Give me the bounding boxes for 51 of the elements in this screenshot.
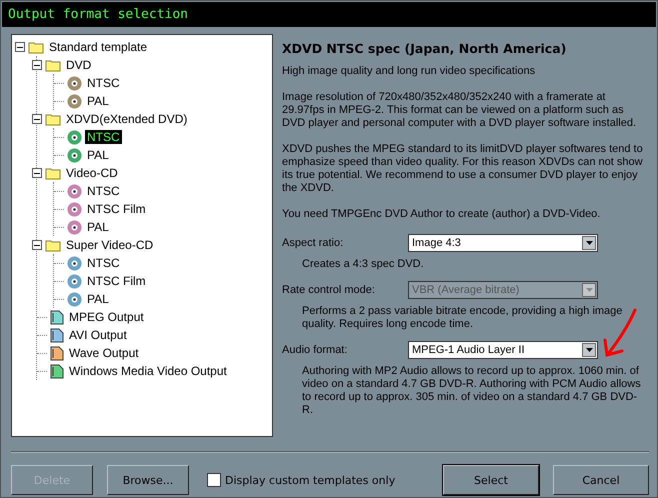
tree-item[interactable]: PAL (85, 94, 111, 108)
tree-item[interactable]: XDVD(eXtended DVD) (64, 112, 190, 126)
setting-note: Performs a 2 pass variable bitrate encode, providing a high image quality. Requires long encode time. (302, 305, 624, 331)
dropdown-arrow-icon (586, 241, 592, 245)
tree-item[interactable]: Wave Output (67, 346, 141, 360)
collapse-icon[interactable] (32, 114, 42, 124)
browse-button[interactable]: Browse... (107, 465, 189, 495)
setting-note: Creates a 4:3 spec DVD. (302, 258, 425, 271)
tree-item[interactable]: PAL (85, 292, 111, 306)
collapse-icon[interactable] (32, 168, 42, 178)
tree-item[interactable]: Windows Media Video Output (67, 364, 229, 378)
select-button[interactable]: Select (443, 465, 539, 495)
tree-item[interactable]: NTSC (85, 130, 122, 144)
tree-item[interactable]: MPEG Output (67, 310, 146, 324)
checkbox[interactable] (207, 473, 221, 487)
collapse-icon[interactable] (32, 240, 42, 250)
folder-icon (45, 166, 61, 180)
spec-heading: XDVD NTSC spec (Japan, North America) (282, 41, 568, 56)
dropdown[interactable]: Image 4:3 (408, 234, 598, 252)
folder-icon (28, 40, 44, 54)
dropdown[interactable]: MPEG-1 Audio Layer II (408, 341, 598, 359)
collapse-icon[interactable] (15, 42, 25, 52)
tree-item[interactable]: NTSC (85, 76, 122, 90)
tree-item[interactable]: AVI Output (67, 328, 129, 342)
description-text: Image resolution of 720x480/352x480/352x240 with a framerate at 29.97fps in MPEG-2. This format can be viewed on a platform such as DVD player and personal computer with a DVD player software installed. (282, 91, 637, 130)
tree-item[interactable]: PAL (85, 220, 111, 234)
dropdown-arrow-icon (586, 288, 592, 292)
description-text: High image quality and long run video specifications (282, 65, 536, 78)
tree-item[interactable]: NTSC (85, 184, 122, 198)
tree-item[interactable]: NTSC Film (85, 202, 148, 216)
setting-note: Authoring with MP2 Audio allows to record up to approx. 1060 min. of video on a standard 4.7 GB DVD-R. Authoring with PCM Audio allows to record up to approx. 305 min. of video on a standard 4.7 GB DVD-R. (302, 365, 642, 417)
setting-label: Rate control mode: (282, 284, 376, 296)
tree-item[interactable]: NTSC Film (85, 274, 148, 288)
window-title: Output format selection (2, 2, 656, 27)
tree-item[interactable]: PAL (85, 148, 111, 162)
folder-icon (45, 58, 61, 72)
setting-label: Aspect ratio: (282, 237, 344, 249)
tree-item[interactable]: NTSC (85, 256, 122, 270)
tree-item[interactable]: Standard template (47, 40, 150, 54)
collapse-icon[interactable] (32, 60, 42, 70)
tree-item[interactable]: Video-CD (64, 166, 120, 180)
tree-item[interactable]: DVD (64, 58, 94, 72)
tree-item[interactable]: Super Video-CD (64, 238, 156, 252)
setting-label: Audio format: (282, 344, 348, 356)
folder-icon (45, 238, 61, 252)
cancel-button[interactable]: Cancel (553, 465, 649, 495)
checkbox-label[interactable]: Display custom templates only (225, 474, 396, 486)
description-text: You need TMPGEnc DVD Author to create (author) a DVD-Video. (282, 208, 602, 221)
description-text: XDVD pushes the MPEG standard to its limitDVD player softwares tend to emphasize speed than video quality. For this reason XDVDs can not show its true potential. We recommend to use a consumer DVD player to enjoy the XDVD. (282, 143, 644, 195)
folder-icon (45, 112, 61, 126)
dropdown-arrow-icon (586, 348, 592, 352)
